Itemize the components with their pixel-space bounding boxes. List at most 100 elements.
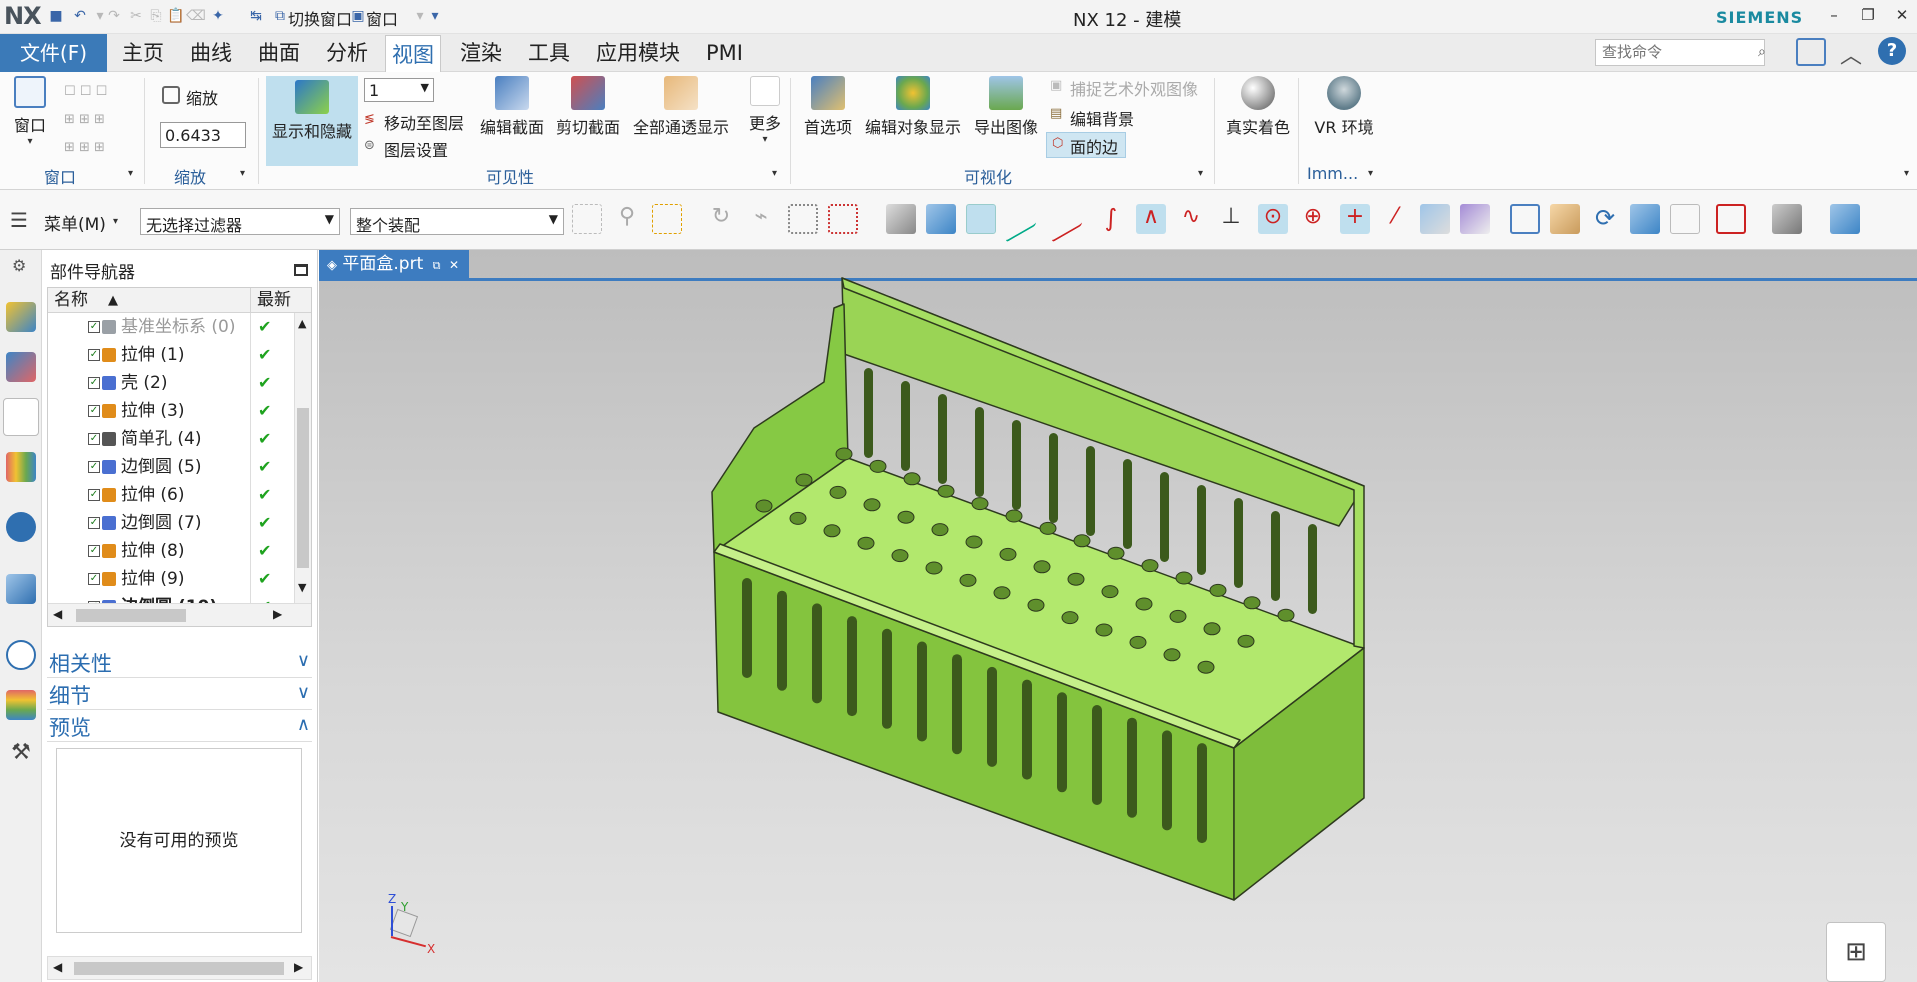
file-menu-button[interactable]: 文件(F)	[0, 34, 107, 72]
window-icon[interactable]: ▣	[348, 6, 368, 26]
table-row[interactable]: ✓ 壳 (2) ✔	[48, 369, 294, 397]
connected-curves-icon[interactable]: ⌁	[746, 204, 776, 234]
funnel-icon[interactable]: ⚲	[612, 204, 642, 234]
minimize-button[interactable]: –	[1822, 6, 1846, 28]
layer-select[interactable]: 1 ▼	[364, 78, 434, 102]
layer-settings-button[interactable]: 图层设置	[384, 137, 448, 161]
history-clock-icon[interactable]	[6, 640, 36, 670]
all-see-through-button[interactable]: 全部通透显示	[628, 76, 734, 138]
rotate-view-icon[interactable]: ⟳	[1590, 204, 1620, 234]
scroll-left-icon[interactable]: ◀	[53, 607, 62, 621]
zoom-window-icon[interactable]	[1716, 204, 1746, 234]
point-on-face-icon[interactable]	[1420, 204, 1450, 234]
show-hide-button[interactable]: 显示和隐藏	[266, 76, 358, 166]
window-menu-button[interactable]: 窗口	[366, 6, 398, 30]
vr-environment-button[interactable]: VR 环境	[1306, 76, 1382, 138]
gear-icon[interactable]: ⚙	[12, 256, 26, 275]
view-layout-grid[interactable]: ☐ ☐ ☐ ⊞ ⊞ ⊞ ⊞ ⊞ ⊞	[64, 78, 130, 158]
face-select-icon[interactable]	[926, 204, 956, 234]
rectangle-select-icon[interactable]	[788, 204, 818, 234]
snap-point-icon[interactable]	[572, 204, 602, 234]
visibility-checkbox[interactable]: ✓	[88, 349, 100, 361]
repeat-command-icon[interactable]: ✦	[208, 6, 228, 26]
point-on-curve-icon[interactable]: ⁄	[1380, 204, 1410, 234]
tab-applications[interactable]: 应用模块	[590, 34, 686, 72]
tab-view[interactable]: 视图	[385, 35, 441, 73]
edit-background-button[interactable]: 编辑背景	[1070, 106, 1134, 130]
pan-icon[interactable]	[1550, 204, 1580, 234]
chevron-down-icon[interactable]: ▾	[240, 168, 245, 179]
more-button[interactable]: 更多 ▾	[744, 76, 786, 145]
table-row[interactable]: ✓ 简单孔 (4) ✔	[48, 425, 294, 453]
switch-window-icon[interactable]: ⧉	[270, 6, 290, 26]
cut-icon[interactable]: ✂	[126, 6, 146, 26]
intersection-icon[interactable]: ⊥	[1216, 204, 1246, 234]
dependencies-section[interactable]: 相关性 ∨	[47, 648, 312, 678]
assembly-navigator-icon[interactable]	[6, 302, 36, 332]
collapse-ribbon-icon[interactable]: ︿	[1840, 38, 1862, 70]
view-orientation-icon[interactable]	[1830, 204, 1860, 234]
table-row[interactable]: ✓ 拉伸 (9) ✔	[48, 565, 294, 593]
undo-icon[interactable]: ↶	[70, 6, 90, 26]
palette-icon[interactable]	[6, 690, 36, 720]
visibility-checkbox[interactable]: ✓	[88, 489, 100, 501]
visibility-checkbox[interactable]: ✓	[88, 545, 100, 557]
details-section[interactable]: 细节 ∨	[47, 680, 312, 710]
vertical-scrollbar[interactable]: ▲ ▼	[294, 313, 311, 603]
tab-pmi[interactable]: PMI	[700, 34, 749, 72]
visibility-checkbox[interactable]: ✓	[88, 461, 100, 473]
export-image-button[interactable]: 导出图像	[970, 76, 1042, 138]
touch-mode-icon[interactable]: ↹	[246, 6, 266, 26]
switch-window-button[interactable]: 切换窗口	[288, 6, 352, 30]
menu-button[interactable]: 菜单(M)	[44, 210, 106, 235]
assembly-scope-dropdown[interactable]: 整个装配 ▼	[350, 208, 564, 235]
scrollbar-thumb[interactable]	[297, 408, 309, 568]
scrollbar-thumb[interactable]	[76, 609, 186, 622]
visibility-checkbox[interactable]: ✓	[88, 377, 100, 389]
part-navigator-icon[interactable]	[3, 398, 39, 436]
reuse-library-icon[interactable]	[6, 452, 36, 482]
scrollbar-thumb[interactable]	[74, 962, 284, 975]
scroll-left-icon[interactable]: ◀	[53, 960, 62, 974]
table-row[interactable]: ✓ 边倒圆 (7) ✔	[48, 509, 294, 537]
table-row[interactable]: ✓ 拉伸 (6) ✔	[48, 481, 294, 509]
customize-icon[interactable]: ▾	[425, 6, 445, 26]
redo-icon[interactable]: ↷	[104, 6, 124, 26]
spline-point-icon[interactable]: ∿	[1176, 204, 1206, 234]
edit-section-button[interactable]: 编辑截面	[476, 76, 548, 138]
panel-scrollbar[interactable]: ◀ ▶	[47, 956, 312, 980]
chevron-down-icon[interactable]: ▾	[113, 216, 118, 227]
table-row[interactable]: ✓ 边倒圆 (5) ✔	[48, 453, 294, 481]
visibility-checkbox[interactable]: ✓	[88, 573, 100, 585]
mid-point-icon[interactable]	[1052, 195, 1082, 243]
scroll-up-icon[interactable]: ▲	[298, 317, 306, 330]
render-style-icon[interactable]	[1772, 204, 1802, 234]
scroll-down-icon[interactable]: ▼	[298, 581, 306, 594]
true-shading-button[interactable]: 真实着色	[1222, 76, 1294, 138]
paste-icon[interactable]: 📋	[166, 6, 186, 26]
graphics-window[interactable]: ◈ 平面盒.prt ⧉ ✕ Z Y X ⊞	[319, 250, 1917, 982]
tab-surface[interactable]: 曲面	[252, 34, 306, 72]
restore-button[interactable]: ❐	[1856, 6, 1880, 28]
web-browser-icon[interactable]	[6, 574, 36, 604]
save-icon[interactable]: ■	[46, 6, 66, 26]
copy-icon[interactable]: ⎘	[146, 6, 166, 26]
info-icon[interactable]	[6, 512, 36, 542]
capture-artistic-button[interactable]: 捕捉艺术外观图像	[1070, 76, 1198, 100]
orient-view-icon[interactable]	[1630, 204, 1660, 234]
tab-analysis[interactable]: 分析	[320, 34, 374, 72]
visibility-checkbox[interactable]: ✓	[88, 405, 100, 417]
visibility-checkbox[interactable]: ✓	[88, 517, 100, 529]
table-row[interactable]: ✓ 拉伸 (1) ✔	[48, 341, 294, 369]
full-screen-icon[interactable]	[1796, 38, 1826, 66]
type-filter-icon[interactable]	[652, 204, 682, 234]
delete-icon[interactable]: ⌫	[186, 6, 206, 26]
zoom-button[interactable]: 缩放	[186, 85, 218, 109]
tab-curve[interactable]: 曲线	[184, 34, 238, 72]
chevron-down-icon[interactable]: ▾	[772, 168, 777, 179]
preview-section[interactable]: 预览 ∧	[47, 712, 312, 742]
selection-filter-dropdown[interactable]: 无选择过滤器 ▼	[140, 208, 340, 235]
horizontal-scrollbar[interactable]: ◀ ▶	[48, 603, 311, 626]
help-icon[interactable]: ?	[1878, 37, 1906, 65]
zoom-icon[interactable]	[162, 86, 180, 104]
